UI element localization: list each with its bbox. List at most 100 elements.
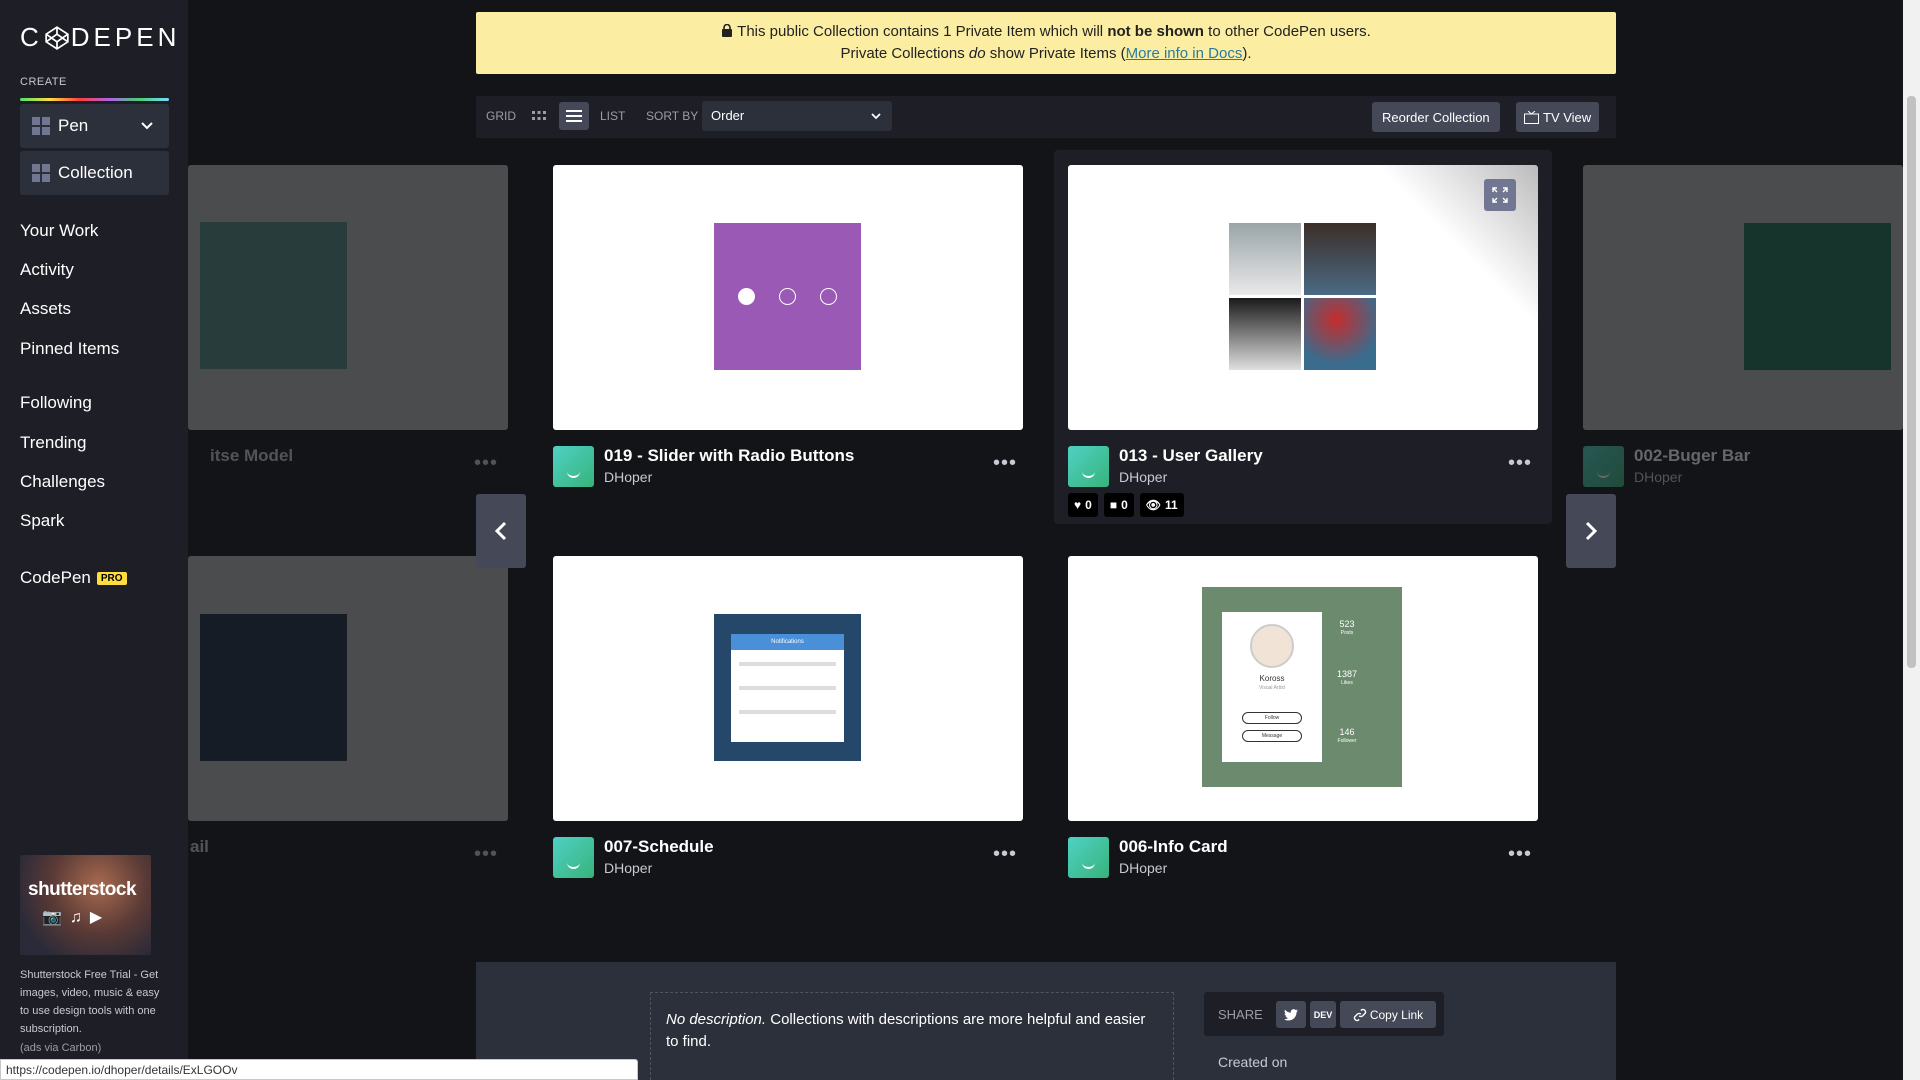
collection-card[interactable]: Notifications 007-Schedule DHoper ••• bbox=[553, 556, 1025, 881]
sidebar: C DEPEN CREATE Pen Collection Your Work … bbox=[0, 0, 188, 1080]
more-options-icon[interactable]: ••• bbox=[993, 843, 1017, 866]
docs-link[interactable]: More info in Docs bbox=[1126, 45, 1243, 62]
sidebar-item-your-work[interactable]: Your Work bbox=[20, 221, 98, 241]
page-scrollbar[interactable] bbox=[1903, 0, 1920, 1080]
twitter-share-button[interactable] bbox=[1276, 1001, 1306, 1028]
info-card-follow: Follow bbox=[1242, 712, 1302, 724]
sidebar-item-pinned-items[interactable]: Pinned Items bbox=[20, 339, 119, 359]
card-author[interactable]: DHoper bbox=[604, 469, 652, 485]
grid-icon bbox=[532, 111, 546, 120]
ghost-card-left-top[interactable]: itse Model ••• bbox=[188, 165, 508, 490]
more-options-icon[interactable]: ••• bbox=[993, 452, 1017, 475]
card-preview[interactable] bbox=[1068, 165, 1538, 430]
browser-status-url: https://codepen.io/dhoper/details/ExLGOO… bbox=[0, 1059, 638, 1080]
collection-card[interactable]: 019 - Slider with Radio Buttons DHoper •… bbox=[553, 165, 1025, 490]
card-author[interactable]: DHoper bbox=[1119, 860, 1167, 876]
tv-view-button[interactable]: TV View bbox=[1516, 102, 1600, 132]
create-pen-button[interactable]: Pen bbox=[20, 104, 169, 148]
banner-text-1: This public Collection contains 1 Privat… bbox=[737, 23, 1108, 40]
ad-text[interactable]: Shutterstock Free Trial - Get images, vi… bbox=[20, 966, 165, 1038]
ad-image[interactable]: shutterstock 📷♫▶ bbox=[20, 855, 151, 955]
card-title[interactable]: 006-Info Card bbox=[1119, 837, 1228, 857]
info-card-followers-label: Follower bbox=[1337, 738, 1357, 744]
create-collection-label: Collection bbox=[58, 163, 133, 182]
card-preview[interactable]: Notifications bbox=[553, 556, 1023, 821]
expand-button[interactable] bbox=[1484, 179, 1516, 211]
card-author[interactable]: DHoper bbox=[604, 860, 652, 876]
more-options-icon[interactable]: ••• bbox=[474, 843, 498, 866]
sidebar-item-assets[interactable]: Assets bbox=[20, 299, 71, 319]
copy-link-label: Copy Link bbox=[1369, 1007, 1424, 1022]
avatar[interactable] bbox=[553, 446, 594, 487]
card-title[interactable]: 007-Schedule bbox=[604, 837, 714, 857]
comments-stat[interactable]: ■ 0 bbox=[1103, 493, 1134, 517]
codepen-cube-icon bbox=[45, 25, 69, 50]
tv-icon bbox=[1524, 110, 1539, 124]
pen-icon bbox=[32, 117, 50, 135]
tv-view-label: TV View bbox=[1543, 109, 1592, 125]
card-title[interactable]: 013 - User Gallery bbox=[1119, 446, 1263, 466]
hearts-stat[interactable]: ♥ 0 bbox=[1068, 493, 1098, 517]
more-options-icon[interactable]: ••• bbox=[1508, 843, 1532, 866]
list-icon bbox=[566, 110, 582, 122]
schedule-preview: Notifications bbox=[714, 614, 861, 761]
sort-by-label: SORT BY bbox=[646, 109, 699, 123]
more-options-icon[interactable]: ••• bbox=[474, 452, 498, 475]
collection-card-hovered[interactable]: 013 - User Gallery DHoper ••• ♥ 0 ■ 0 👁 11 bbox=[1068, 165, 1540, 517]
sidebar-item-following[interactable]: Following bbox=[20, 393, 92, 413]
scrollbar-thumb[interactable] bbox=[1907, 96, 1916, 668]
share-label: SHARE bbox=[1218, 1007, 1263, 1022]
expand-icon bbox=[1492, 187, 1508, 203]
sidebar-item-activity[interactable]: Activity bbox=[20, 260, 74, 280]
ghost-card-left-bottom[interactable]: ail ••• bbox=[188, 556, 508, 881]
lock-icon bbox=[722, 23, 733, 37]
sidebar-item-codepen-pro[interactable]: CodePen PRO bbox=[20, 568, 127, 588]
private-item-banner: This public Collection contains 1 Privat… bbox=[476, 12, 1616, 74]
create-pen-label: Pen bbox=[58, 116, 89, 135]
card-author[interactable]: DHoper bbox=[1119, 469, 1167, 485]
info-card-message: Message bbox=[1242, 730, 1302, 742]
banner-em: do bbox=[968, 45, 986, 62]
twitter-icon bbox=[1284, 1008, 1298, 1020]
card-title[interactable]: 019 - Slider with Radio Buttons bbox=[604, 446, 854, 466]
ad-media-icons: 📷♫▶ bbox=[42, 909, 111, 926]
views-stat: 👁 11 bbox=[1139, 493, 1184, 517]
sort-select[interactable]: Order bbox=[702, 101, 892, 131]
next-arrow-button[interactable] bbox=[1566, 494, 1616, 568]
card-stats: ♥ 0 ■ 0 👁 11 bbox=[1068, 493, 1184, 517]
card-title: 002-Buger Bar bbox=[1634, 446, 1751, 465]
list-label: LIST bbox=[600, 109, 626, 123]
collection-card[interactable]: Koross Visual Artist Follow Message 523 … bbox=[1068, 556, 1540, 881]
banner-text-4: show Private Items ( bbox=[985, 45, 1126, 62]
info-card-likes-label: Likes bbox=[1341, 680, 1353, 686]
card-preview[interactable]: Koross Visual Artist Follow Message 523 … bbox=[1068, 556, 1538, 821]
dev-share-button[interactable]: DEV bbox=[1310, 1001, 1336, 1028]
comment-icon: ■ bbox=[1109, 498, 1118, 512]
info-card-posts: 523 bbox=[1339, 619, 1355, 629]
chevron-down-icon[interactable] bbox=[139, 118, 155, 134]
list-view-button[interactable] bbox=[559, 102, 589, 130]
reorder-collection-button[interactable]: Reorder Collection bbox=[1372, 102, 1500, 132]
avatar[interactable] bbox=[553, 837, 594, 878]
ghost-card-right[interactable]: 002-Buger Bar DHoper bbox=[1583, 165, 1903, 490]
more-options-icon[interactable]: ••• bbox=[1508, 452, 1532, 475]
link-icon bbox=[1353, 1008, 1367, 1021]
create-collection-button[interactable]: Collection bbox=[20, 151, 169, 195]
copy-link-button[interactable]: Copy Link bbox=[1340, 1001, 1436, 1028]
info-card-preview: Koross Visual Artist Follow Message 523 … bbox=[1202, 587, 1402, 787]
banner-text-3: Private Collections bbox=[840, 45, 969, 62]
codepen-logo[interactable]: C DEPEN bbox=[20, 22, 180, 53]
ad-via-carbon[interactable]: (ads via Carbon) bbox=[20, 1042, 101, 1054]
card-preview[interactable] bbox=[553, 165, 1023, 430]
avatar[interactable] bbox=[1068, 837, 1109, 878]
sidebar-item-challenges[interactable]: Challenges bbox=[20, 472, 105, 492]
previous-arrow-button[interactable] bbox=[476, 494, 526, 568]
sidebar-item-trending[interactable]: Trending bbox=[20, 433, 86, 453]
grid-view-button[interactable] bbox=[524, 102, 554, 130]
create-label: CREATE bbox=[20, 76, 67, 88]
avatar[interactable] bbox=[1068, 446, 1109, 487]
pro-badge: PRO bbox=[96, 572, 127, 585]
comments-count: 0 bbox=[1121, 498, 1128, 512]
sidebar-item-spark[interactable]: Spark bbox=[20, 511, 64, 531]
chevron-right-icon bbox=[1585, 521, 1598, 541]
